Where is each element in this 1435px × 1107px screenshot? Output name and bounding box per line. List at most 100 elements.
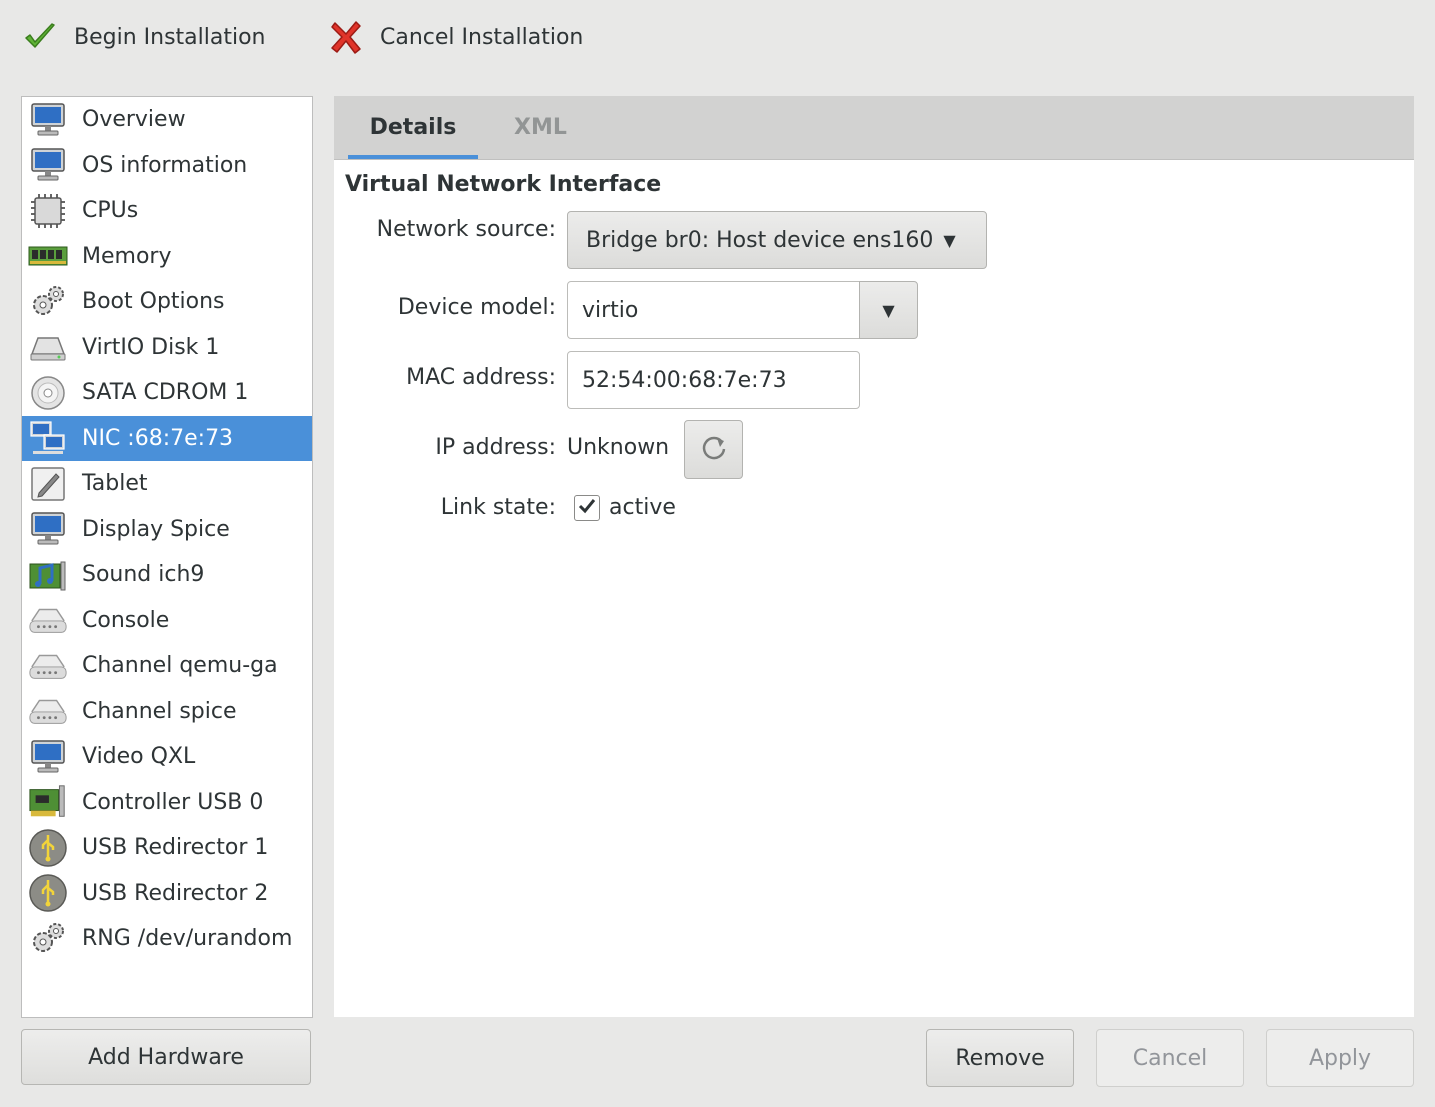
tab-details-label: Details bbox=[369, 115, 457, 140]
monitor-icon bbox=[28, 509, 68, 549]
hardware-item-label: Display Spice bbox=[82, 516, 230, 542]
serial-port-icon bbox=[28, 600, 68, 640]
hardware-item[interactable]: Boot Options bbox=[22, 279, 312, 325]
device-model-label: Device model: bbox=[397, 295, 556, 320]
hardware-item[interactable]: Video QXL bbox=[22, 734, 312, 780]
hardware-item-label: USB Redirector 2 bbox=[82, 880, 269, 906]
cancel-label: Cancel bbox=[1132, 1045, 1208, 1071]
link-state-checkbox[interactable] bbox=[574, 495, 600, 521]
check-icon bbox=[578, 496, 596, 521]
cancel-installation-button[interactable]: Cancel Installation bbox=[326, 14, 583, 60]
hardware-item-label: VirtIO Disk 1 bbox=[82, 334, 220, 360]
hardware-item-label: USB Redirector 1 bbox=[82, 835, 269, 861]
monitor-icon bbox=[28, 737, 68, 777]
link-state-text: active bbox=[609, 495, 676, 520]
mac-address-value: 52:54:00:68:7e:73 bbox=[582, 367, 787, 393]
hardware-item-label: SATA CDROM 1 bbox=[82, 380, 249, 406]
begin-installation-label: Begin Installation bbox=[74, 24, 266, 50]
device-model-value: virtio bbox=[582, 297, 639, 323]
refresh-ip-button[interactable] bbox=[684, 420, 743, 479]
checkmark-icon bbox=[20, 17, 60, 57]
hardware-item[interactable]: NIC :68:7e:73 bbox=[22, 415, 312, 461]
network-icon bbox=[28, 418, 68, 458]
hardware-item[interactable]: OS information bbox=[22, 143, 312, 189]
hardware-item[interactable]: Tablet bbox=[22, 461, 312, 507]
tab-bar: Details XML bbox=[334, 96, 1414, 160]
details-panel: Details XML Virtual Network Interface Ne… bbox=[334, 96, 1414, 1017]
memory-module-icon bbox=[28, 236, 68, 276]
hardware-item[interactable]: Sound ich9 bbox=[22, 552, 312, 598]
hardware-item-label: Console bbox=[82, 607, 170, 633]
device-model-input[interactable]: virtio bbox=[567, 281, 861, 339]
section-title: Virtual Network Interface bbox=[345, 172, 662, 197]
sound-card-icon bbox=[28, 555, 68, 595]
hardware-item[interactable]: USB Redirector 2 bbox=[22, 871, 312, 917]
hardware-item-label: Video QXL bbox=[82, 744, 196, 770]
mac-address-input[interactable]: 52:54:00:68:7e:73 bbox=[567, 351, 860, 409]
network-source-dropdown[interactable]: Bridge br0: Host device ens160 ▼ bbox=[567, 211, 987, 269]
hardware-item[interactable]: Channel qemu-ga bbox=[22, 643, 312, 689]
hardware-item[interactable]: RNG /dev/urandom bbox=[22, 916, 312, 962]
hardware-item-label: OS information bbox=[82, 152, 248, 178]
hardware-item-label: Memory bbox=[82, 243, 172, 269]
apply-button[interactable]: Apply bbox=[1266, 1029, 1414, 1087]
begin-installation-button[interactable]: Begin Installation bbox=[20, 14, 266, 60]
hardware-item-label: Sound ich9 bbox=[82, 562, 205, 588]
apply-label: Apply bbox=[1308, 1045, 1372, 1071]
cpu-chip-icon bbox=[28, 191, 68, 231]
toolbar: Begin Installation Cancel Installation bbox=[0, 0, 1435, 74]
hardware-item[interactable]: Console bbox=[22, 598, 312, 644]
tab-details[interactable]: Details bbox=[348, 96, 478, 159]
hardware-item-label: RNG /dev/urandom bbox=[82, 926, 293, 952]
tab-xml-label: XML bbox=[514, 115, 567, 140]
monitor-icon bbox=[28, 145, 68, 185]
red-x-icon bbox=[326, 17, 366, 57]
mac-address-label: MAC address: bbox=[406, 365, 556, 390]
cancel-installation-label: Cancel Installation bbox=[380, 24, 584, 50]
remove-label: Remove bbox=[955, 1045, 1045, 1071]
network-source-value: Bridge br0: Host device ens160 bbox=[586, 227, 934, 253]
remove-button[interactable]: Remove bbox=[926, 1029, 1074, 1087]
hardware-item[interactable]: USB Redirector 1 bbox=[22, 825, 312, 871]
hardware-item[interactable]: SATA CDROM 1 bbox=[22, 370, 312, 416]
hard-disk-icon bbox=[28, 327, 68, 367]
monitor-icon bbox=[28, 100, 68, 140]
hardware-item[interactable]: Display Spice bbox=[22, 507, 312, 553]
link-state-label: Link state: bbox=[440, 495, 556, 520]
add-hardware-button[interactable]: Add Hardware bbox=[21, 1029, 311, 1085]
hardware-item-label: Overview bbox=[82, 107, 186, 133]
network-source-label: Network source: bbox=[376, 217, 556, 242]
device-model-dropdown-button[interactable]: ▼ bbox=[859, 281, 918, 339]
hardware-item[interactable]: CPUs bbox=[22, 188, 312, 234]
hardware-item[interactable]: Overview bbox=[22, 97, 312, 143]
ip-address-label: IP address: bbox=[435, 435, 556, 460]
tablet-icon bbox=[28, 464, 68, 504]
ip-address-value: Unknown bbox=[567, 435, 670, 460]
serial-port-icon bbox=[28, 646, 68, 686]
cancel-button[interactable]: Cancel bbox=[1096, 1029, 1244, 1087]
hardware-item-label: Boot Options bbox=[82, 289, 225, 315]
hardware-item[interactable]: Controller USB 0 bbox=[22, 780, 312, 826]
hardware-item[interactable]: Channel spice bbox=[22, 689, 312, 735]
add-hardware-label: Add Hardware bbox=[88, 1044, 244, 1070]
hardware-item-label: NIC :68:7e:73 bbox=[82, 425, 234, 451]
serial-port-icon bbox=[28, 691, 68, 731]
hardware-item-label: CPUs bbox=[82, 198, 139, 224]
hardware-item-label: Channel qemu-ga bbox=[82, 653, 278, 679]
usb-icon bbox=[28, 873, 68, 913]
hardware-item-label: Channel spice bbox=[82, 698, 237, 724]
usb-icon bbox=[28, 828, 68, 868]
dropdown-arrow-icon: ▼ bbox=[882, 300, 895, 320]
hardware-item[interactable]: VirtIO Disk 1 bbox=[22, 325, 312, 371]
hardware-item[interactable]: Memory bbox=[22, 234, 312, 280]
refresh-icon bbox=[700, 433, 728, 467]
pci-card-icon bbox=[28, 782, 68, 822]
hardware-list: Overview OS information CPUs Memory Boot Opt… bbox=[21, 96, 313, 1018]
dropdown-arrow-icon: ▼ bbox=[943, 230, 956, 250]
gears-icon bbox=[28, 919, 68, 959]
gears-icon bbox=[28, 282, 68, 322]
cdrom-icon bbox=[28, 373, 68, 413]
hardware-item-label: Tablet bbox=[82, 471, 148, 497]
tab-xml[interactable]: XML bbox=[514, 96, 567, 159]
hardware-item-label: Controller USB 0 bbox=[82, 789, 264, 815]
